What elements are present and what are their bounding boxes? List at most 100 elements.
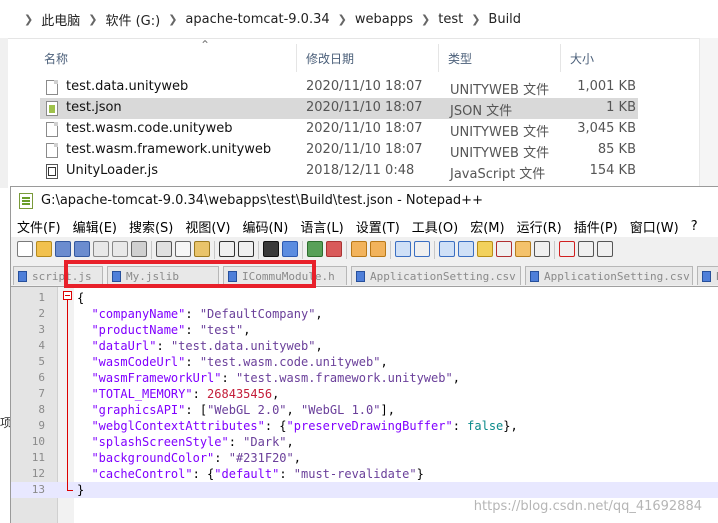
file-type: UNITYWEB 文件	[450, 146, 550, 161]
code-line[interactable]: 3 "productName": "test",	[11, 322, 718, 338]
menu-item[interactable]: 编码(N)	[242, 217, 288, 236]
menu-item[interactable]: 窗口(W)	[630, 217, 679, 236]
breadcrumb-item-this-pc[interactable]: 此电脑 ❯	[41, 10, 105, 29]
menu-item[interactable]: 语言(L)	[300, 217, 343, 236]
code-line[interactable]: 9 "webglContextAttributes": {"preserveDr…	[11, 418, 718, 434]
breadcrumb-item-tomcat[interactable]: apache-tomcat-9.0.34 ❯	[185, 12, 354, 27]
menu-item[interactable]: 工具(O)	[412, 217, 458, 236]
code-token: :	[214, 451, 229, 465]
code-line[interactable]: 1{	[11, 290, 718, 306]
column-header-size[interactable]: 大小	[570, 50, 594, 67]
breadcrumb-item-drive[interactable]: 软件 (G:) ❯	[105, 10, 185, 29]
column-divider[interactable]	[296, 44, 297, 72]
save-icon[interactable]	[55, 241, 71, 257]
word-wrap-icon[interactable]	[395, 241, 411, 257]
file-row[interactable]: test.wasm.framework.unityweb 2020/11/10 1…	[40, 140, 638, 161]
column-divider[interactable]	[560, 44, 561, 72]
column-header-date[interactable]: 修改日期	[306, 50, 354, 67]
code-token: "#231F20"	[228, 451, 294, 465]
file-type: JSON 文件	[450, 104, 513, 119]
code-line[interactable]: 5 "wasmCodeUrl": "test.wasm.code.unitywe…	[11, 354, 718, 370]
menu-item[interactable]: 文件(F)	[17, 217, 61, 236]
json-file-icon	[46, 101, 58, 116]
code-line[interactable]: 13}	[11, 482, 718, 498]
menu-item[interactable]: 插件(P)	[574, 217, 618, 236]
menu-item[interactable]: 搜索(S)	[129, 217, 173, 236]
breadcrumb-item-webapps[interactable]: webapps ❯	[355, 12, 438, 27]
record-macro-icon[interactable]	[559, 241, 575, 257]
close-all-icon[interactable]	[112, 241, 128, 257]
line-number: 5	[38, 355, 45, 368]
file-row[interactable]: UnityLoader.js 2018/12/11 0:48 JavaScript …	[40, 161, 638, 182]
code-line[interactable]: 12 "cacheControl": {"default": "must-rev…	[11, 466, 718, 482]
sync-vertical-icon[interactable]	[351, 241, 367, 257]
doc-map-icon[interactable]	[477, 241, 493, 257]
copy-icon[interactable]	[175, 241, 191, 257]
cut-icon[interactable]	[156, 241, 172, 257]
file-explorer-window: ❯ 此电脑 ❯ 软件 (G:) ❯ apache-tomcat-9.0.34 ❯ we…	[0, 0, 718, 190]
title-bar[interactable]: G:\apache-tomcat-9.0.34\webapps\test\Bui…	[11, 187, 718, 215]
document-tab[interactable]: ApplicationSetting.csv	[525, 266, 693, 285]
code-token: "test"	[199, 323, 244, 337]
folder-workspace-icon[interactable]	[515, 241, 531, 257]
menu-item[interactable]: 运行(R)	[517, 217, 562, 236]
document-tab[interactable]: ApplicationSetting.csv	[351, 266, 521, 285]
play-macro-icon[interactable]	[597, 241, 613, 257]
code-editor[interactable]: 1{2 "companyName": "DefaultCompany", 3 "p…	[11, 287, 718, 523]
menu-item[interactable]: ?	[691, 219, 698, 234]
show-all-chars-icon[interactable]	[414, 241, 430, 257]
language-icon[interactable]	[458, 241, 474, 257]
find-icon[interactable]	[263, 241, 279, 257]
breadcrumb-item-build[interactable]: Build	[488, 12, 521, 27]
document-tab[interactable]: Bookm	[697, 266, 718, 285]
breadcrumb-gutter	[0, 0, 8, 38]
breadcrumb-item-test[interactable]: test ❯	[438, 12, 488, 27]
code-line[interactable]: 4 "dataUrl": "test.data.unityweb",	[11, 338, 718, 354]
code-line[interactable]: 6 "wasmFrameworkUrl": "test.wasm.framewo…	[11, 370, 718, 386]
file-row[interactable]: test.wasm.code.unityweb 2020/11/10 18:07 U…	[40, 119, 638, 140]
menu-item[interactable]: 编辑(E)	[73, 217, 117, 236]
code-token: :	[185, 323, 200, 337]
breadcrumb: ❯ 此电脑 ❯ 软件 (G:) ❯ apache-tomcat-9.0.34 ❯ we…	[0, 0, 718, 39]
menu-item[interactable]: 设置(T)	[356, 217, 400, 236]
monitor-icon[interactable]	[534, 241, 550, 257]
undo-icon[interactable]	[219, 241, 235, 257]
close-icon[interactable]	[93, 241, 109, 257]
indent-guide-icon[interactable]	[439, 241, 455, 257]
code-token: :	[185, 307, 200, 321]
fold-end-marker	[67, 490, 73, 491]
replace-icon[interactable]	[282, 241, 298, 257]
paste-icon[interactable]	[194, 241, 210, 257]
code-line[interactable]: 2 "companyName": "DefaultCompany",	[11, 306, 718, 322]
zoom-in-icon[interactable]	[307, 241, 323, 257]
menu-item[interactable]: 宏(M)	[470, 217, 504, 236]
zoom-out-icon[interactable]	[326, 241, 342, 257]
function-list-icon[interactable]	[496, 241, 512, 257]
chevron-right-icon: ❯	[421, 12, 431, 26]
column-header-type[interactable]: 类型	[448, 50, 472, 67]
code-token: ,	[452, 371, 460, 385]
column-header-name[interactable]: 名称	[44, 50, 68, 67]
redo-icon[interactable]	[238, 241, 254, 257]
print-icon[interactable]	[131, 241, 147, 257]
column-divider[interactable]	[438, 44, 439, 72]
stop-macro-icon[interactable]	[578, 241, 594, 257]
save-all-icon[interactable]	[74, 241, 90, 257]
code-token: :	[185, 355, 200, 369]
file-row[interactable]: test.data.unityweb 2020/11/10 18:07 UNITYW…	[40, 77, 638, 98]
code-line[interactable]: 7 "TOTAL_MEMORY": 268435456,	[11, 386, 718, 402]
vertical-scrollbar[interactable]	[699, 38, 718, 188]
line-number: 2	[38, 307, 45, 320]
menu-item[interactable]: 视图(V)	[185, 217, 230, 236]
fold-collapse-icon[interactable]	[63, 291, 72, 300]
file-row[interactable]: test.json 2020/11/10 18:07 JSON 文件 1 KB	[40, 98, 638, 119]
code-line[interactable]: 10 "splashScreenStyle": "Dark",	[11, 434, 718, 450]
code-line[interactable]: 8 "graphicsAPI": ["WebGL 2.0", "WebGL 1.…	[11, 402, 718, 418]
code-token: ,	[380, 355, 388, 369]
code-line[interactable]: 11 "backgroundColor": "#231F20",	[11, 450, 718, 466]
sync-horizontal-icon[interactable]	[370, 241, 386, 257]
navigation-pane-strip[interactable]	[0, 38, 8, 188]
new-file-icon[interactable]	[17, 241, 33, 257]
code-token: "DefaultCompany"	[199, 307, 316, 321]
open-file-icon[interactable]	[36, 241, 52, 257]
